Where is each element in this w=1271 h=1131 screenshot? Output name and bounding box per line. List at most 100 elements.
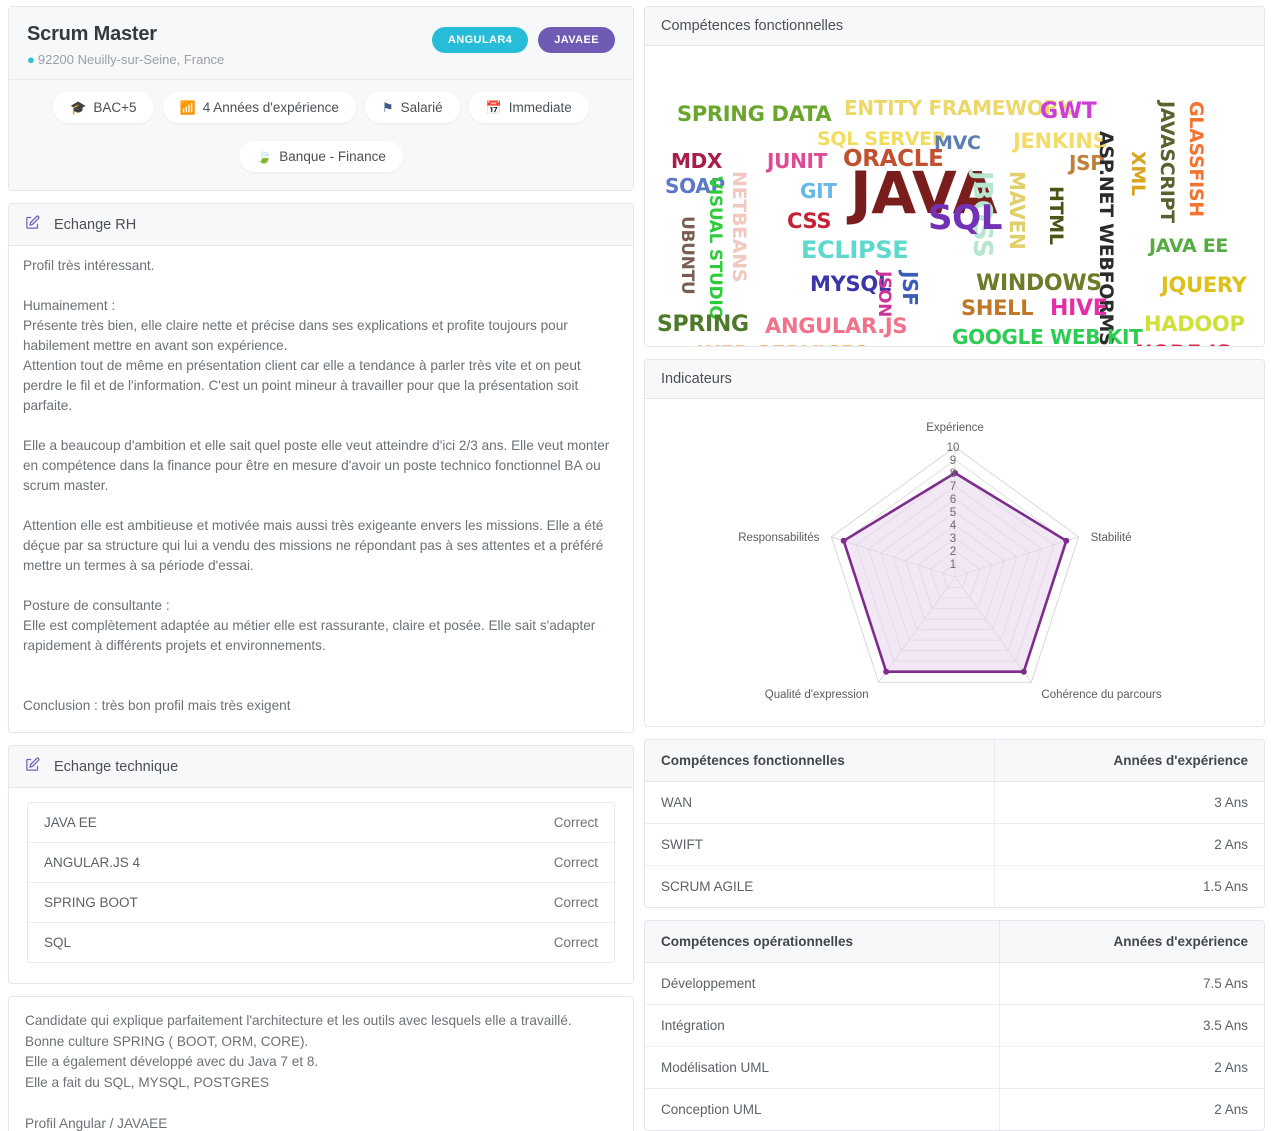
table-cell: 2 Ans: [994, 823, 1264, 866]
edit-pencil-icon[interactable]: [25, 215, 40, 234]
wordcloud-word: UBUNTU: [677, 216, 697, 295]
wordcloud-word: JENKINS: [1013, 129, 1108, 153]
tech-skill-row: SPRING BOOT Correct: [28, 883, 614, 923]
wordcloud-word: WEB SERVICES: [697, 344, 869, 347]
profile-tag-angular4[interactable]: ANGULAR4: [431, 27, 529, 53]
radar-tick-label: 2: [950, 546, 956, 558]
wordcloud-word: XML: [1127, 151, 1149, 196]
radar-tick-label: 5: [950, 507, 956, 519]
wordcloud-word: JSF: [898, 271, 922, 306]
echange-technique-title: Echange technique: [54, 758, 179, 775]
wordcloud-word: NODE.JS: [1135, 343, 1231, 347]
wordcloud-word: HADOOP: [1144, 312, 1245, 336]
radar-data-point: [1020, 668, 1027, 675]
wordcloud-canvas: SPRING DATA ENTITY FRAMEWORK GWT SQL SERVER…: [645, 46, 1264, 346]
wordcloud-word: SPRING: [657, 312, 749, 337]
info-pill-bar-chart[interactable]: 📶 4 Années d'expérience: [162, 92, 356, 123]
radar-chart: 1 2 3 4 5 6 7 8 9 10 Expérience Stabilité Cohérence …: [645, 399, 1264, 726]
wordcloud-word: JAVA EE: [1149, 235, 1229, 257]
table-header-row: Compétences opérationnelles Années d'expé…: [645, 921, 1264, 963]
wordcloud-card: Compétences fonctionnelles SPRING DATA EN…: [644, 6, 1265, 347]
wordcloud-word: GWT: [1040, 99, 1097, 124]
tech-skill-row: SQL Correct: [28, 923, 614, 962]
profile-header: Scrum Master ● 92200 Neuilly-sur-Seine, …: [9, 7, 633, 80]
wordcloud-word: JSON: [874, 271, 894, 318]
wordcloud-word: CSS: [787, 209, 832, 233]
table-column-header: Années d'expérience: [999, 921, 1264, 963]
radar-category-label: Cohérence du parcours: [1041, 689, 1161, 701]
echange-rh-header: Echange RH: [9, 204, 633, 246]
page-root: Scrum Master ● 92200 Neuilly-sur-Seine, …: [0, 0, 1271, 1131]
right-column: Compétences fonctionnelles SPRING DATA EN…: [644, 6, 1265, 1131]
profile-tags: ANGULAR4 JAVAEE: [431, 23, 615, 53]
wordcloud-word: JUNIT: [767, 149, 828, 173]
indicateurs-header: Indicateurs: [645, 360, 1264, 399]
info-pill-leaf[interactable]: 🍃 Banque - Finance: [239, 141, 403, 172]
wordcloud-word: JAVASCRIPT: [1156, 101, 1178, 223]
table-cell: 2 Ans: [1214, 1102, 1248, 1117]
wordcloud-word: ECLIPSE: [801, 236, 909, 264]
table-cell: 2 Ans: [999, 1046, 1264, 1089]
wordcloud-word: GIT: [800, 179, 837, 203]
radar-tick-label: 3: [950, 533, 956, 545]
profile-location: ● 92200 Neuilly-sur-Seine, France: [27, 52, 224, 67]
radar-category-label: Responsabilités: [738, 532, 819, 544]
tech-skill-name: JAVA EE: [44, 815, 97, 830]
table-cell: Intégration: [645, 1004, 1001, 1047]
page-title: Scrum Master: [27, 23, 157, 45]
wordcloud-word: ANGULAR.JS: [765, 314, 908, 338]
echange-technique-notes: Candidate qui explique parfaitement l'ar…: [25, 1013, 572, 1131]
radar-category-label: Stabilité: [1091, 532, 1132, 544]
tech-skill-result: Correct: [553, 815, 598, 830]
radar-data-point: [840, 537, 847, 544]
wordcloud-word: SHELL: [961, 296, 1034, 320]
indicateurs-title: Indicateurs: [661, 371, 732, 387]
info-pill-flag[interactable]: ⚑ Salarié: [364, 92, 460, 123]
info-pill-label: 4 Années d'expérience: [202, 100, 339, 115]
table-row: SWIFT 2 Ans: [645, 823, 1264, 866]
radar-data-point: [1063, 537, 1070, 544]
wordcloud-word: MDX: [671, 149, 723, 173]
profile-identity: Scrum Master ● 92200 Neuilly-sur-Seine, …: [27, 23, 224, 67]
echange-rh-card: Echange RH Profil très intéressant. Huma…: [8, 203, 634, 733]
radar-tick-label: 6: [950, 494, 956, 506]
profile-card: Scrum Master ● 92200 Neuilly-sur-Seine, …: [8, 6, 634, 191]
table-cell: Modélisation UML: [645, 1046, 1001, 1089]
wordcloud-word: JQUERY: [1161, 273, 1247, 297]
table-cell: Développement: [645, 962, 1001, 1005]
info-pill-graduation-cap[interactable]: 🎓 BAC+5: [53, 92, 154, 123]
tech-skill-name: SQL: [44, 935, 72, 950]
info-pill-label: Banque - Finance: [279, 149, 386, 164]
tech-skill-result: Correct: [553, 855, 598, 870]
table-cell: Conception UML: [645, 1088, 1001, 1130]
calendar-icon: 📅: [485, 100, 502, 115]
radar-tick-label: 7: [950, 481, 956, 493]
wordcloud-word: GOOGLE WEB KIT: [952, 325, 1143, 347]
table-row: Modélisation UML 2 Ans: [645, 1046, 1264, 1089]
radar-category-label: Qualité d'expression: [765, 689, 869, 701]
echange-rh-title: Echange RH: [54, 216, 137, 233]
edit-pencil-icon[interactable]: [25, 757, 40, 776]
profile-tag-javaee[interactable]: JAVAEE: [538, 27, 615, 53]
echange-rh-body: Profil très intéressant. Humainement : P…: [23, 258, 610, 713]
radar-tick-label: 1: [950, 559, 956, 571]
info-pill-calendar[interactable]: 📅 Immediate: [468, 92, 589, 123]
flag-icon: ⚑: [381, 100, 394, 115]
tech-skill-name: ANGULAR.JS 4: [44, 855, 141, 870]
tech-skill-row: JAVA EE Correct: [28, 803, 614, 843]
competences-fonctionnelles-table: Compétences fonctionnelles Années d'expér…: [645, 740, 1264, 907]
table-cell: 3.5 Ans: [999, 1004, 1264, 1047]
radar-chart-svg: 12345678910 Expérience Stabilité Cohérence …: [738, 422, 1162, 701]
wordcloud-word: WINDOWS: [976, 271, 1102, 296]
radar-tick-label: 4: [950, 520, 957, 532]
profile-location-text: 92200 Neuilly-sur-Seine, France: [37, 52, 225, 67]
tech-skill-name: SPRING BOOT: [44, 895, 138, 910]
radar-category-label: Expérience: [926, 422, 984, 434]
table-cell: SCRUM AGILE: [645, 865, 995, 907]
wordcloud-title: Compétences fonctionnelles: [661, 18, 844, 34]
wordcloud-word: MAVEN: [1005, 171, 1029, 250]
wordcloud-word: NETBEANS: [728, 171, 750, 283]
competences-operationnelles-table: Compétences opérationnelles Années d'expé…: [645, 921, 1264, 1130]
echange-technique-notes-card: Candidate qui explique parfaitement l'ar…: [8, 996, 634, 1131]
wordcloud-word: VISUAL STUDIO: [705, 176, 725, 320]
